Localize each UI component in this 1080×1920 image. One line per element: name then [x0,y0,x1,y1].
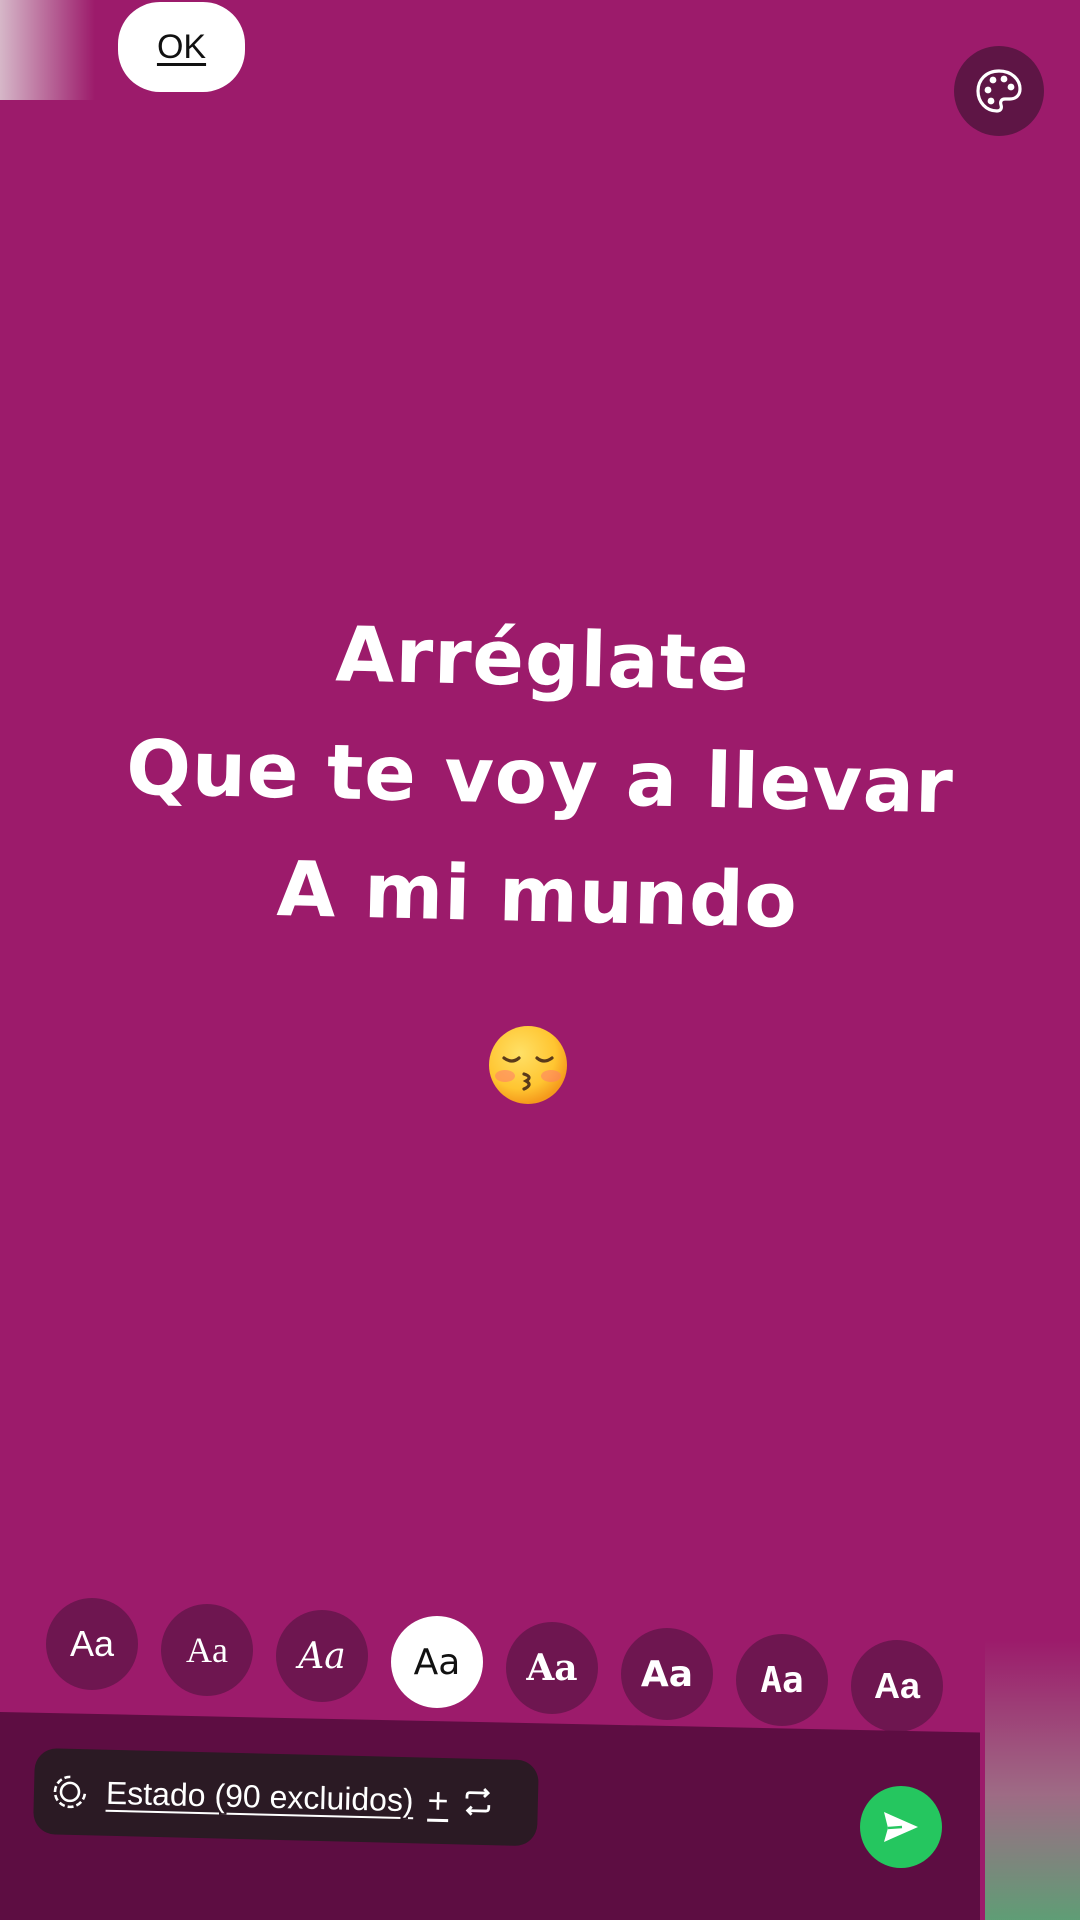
status-line-2: Que te voy a llevar [125,722,955,831]
right-edge-blur [985,1640,1080,1920]
font-option-sans[interactable]: Aa [46,1598,138,1690]
ok-button[interactable]: OK [118,2,245,92]
font-option-slab-bold[interactable]: Aa [506,1622,598,1714]
status-line-3: A mi mundo [275,844,799,945]
font-option-condensed-bold[interactable]: Aa [621,1628,713,1720]
font-option-script[interactable]: Aa [276,1610,368,1702]
font-style-picker: Aa Aa Aa Aa Aa Aa Aa Aa [46,1598,946,1732]
send-icon [884,1812,918,1842]
status-ring-icon [53,1775,87,1809]
font-option-heavy-sans[interactable]: Aa [851,1640,943,1732]
font-option-serif[interactable]: Aa [161,1604,253,1696]
kissing-face-emoji [489,1026,567,1104]
repeat-icon [465,1788,490,1816]
palette-icon [976,69,1022,113]
send-button[interactable] [860,1786,942,1868]
status-text[interactable]: Arréglate Que te voy a llevar A mi mundo [0,588,1080,966]
audience-label: Estado (90 excluidos) [105,1774,415,1818]
font-option-typewriter-bold[interactable]: Aa [736,1634,828,1726]
status-text-editor: OK Arréglate Que te voy a llevar A mi mu… [0,0,1080,1920]
audience-plus: + [427,1779,450,1822]
font-option-rounded[interactable]: Aa [391,1616,483,1708]
left-edge-blur [0,0,95,100]
color-palette-button[interactable] [954,46,1044,136]
status-audience-selector[interactable]: Estado (90 excluidos) + [32,1748,539,1847]
